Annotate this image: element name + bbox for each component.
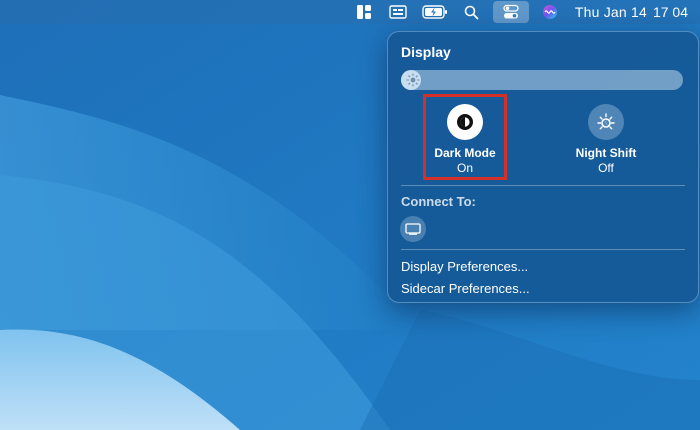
keyboard-input-icon[interactable] [381, 0, 415, 24]
brightness-sun-icon [406, 73, 420, 87]
dark-mode-highlight-box [423, 94, 507, 180]
display-control-panel: Display Dark Mode On Night Shift Off Con… [387, 31, 699, 303]
sidecar-preferences-item[interactable]: Sidecar Preferences... [401, 281, 530, 296]
divider [401, 185, 685, 186]
night-shift-toggle[interactable]: Night Shift Off [551, 104, 661, 175]
app-window-icon[interactable] [347, 0, 381, 24]
divider [401, 249, 685, 250]
control-center-icon[interactable] [492, 1, 529, 23]
brightness-slider[interactable] [401, 70, 683, 90]
sidecar-display-icon[interactable] [400, 216, 426, 242]
battery-charging-icon[interactable] [415, 0, 455, 24]
menu-bar: Thu Jan 14 17 04 [0, 0, 700, 24]
connect-to-label: Connect To: [401, 194, 476, 209]
night-shift-label: Night Shift [575, 146, 637, 160]
panel-title: Display [401, 44, 451, 60]
night-shift-icon[interactable] [588, 104, 624, 140]
siri-icon[interactable] [533, 0, 567, 24]
menu-bar-date[interactable]: Thu Jan 14 [575, 0, 647, 24]
search-icon[interactable] [455, 0, 489, 24]
display-preferences-item[interactable]: Display Preferences... [401, 259, 528, 274]
menu-bar-time[interactable]: 17 04 [653, 0, 688, 24]
night-shift-state: Off [598, 161, 614, 175]
